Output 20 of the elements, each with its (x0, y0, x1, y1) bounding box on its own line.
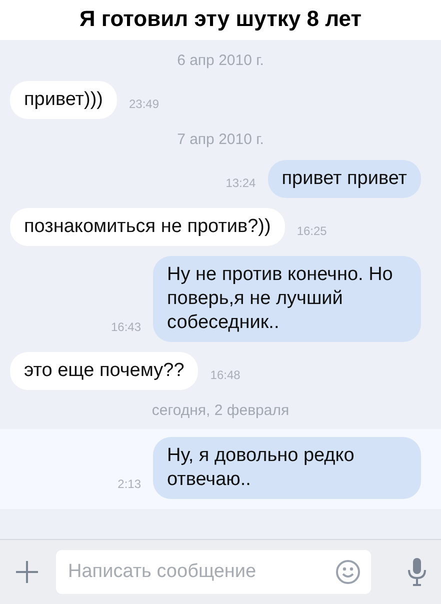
message-bubble: привет привет (268, 160, 421, 198)
message-time: 16:25 (296, 224, 327, 240)
date-separator: 6 апр 2010 г. (176, 51, 265, 71)
smiley-icon[interactable] (335, 559, 361, 585)
caption: Я готовил эту шутку 8 лет (78, 5, 362, 33)
message-bubble: это еще почему?? (10, 352, 198, 390)
message-bubble: познакомиться не против?)) (10, 208, 285, 246)
message-time: 16:48 (210, 368, 240, 384)
message-bubble: Ну не против конечно. Но поверь,я не лучший собеседник.. (153, 256, 421, 342)
message-time: 23:49 (128, 97, 159, 113)
message-bubble: привет))) (10, 81, 117, 119)
message-time: 16:43 (110, 320, 141, 336)
date-separator: 7 апр 2010 г. (176, 130, 265, 150)
message-bubble: Ну, я довольно редко отвечаю.. (153, 437, 421, 499)
microphone-icon[interactable] (407, 557, 427, 587)
plus-icon[interactable] (14, 559, 40, 585)
message-time: 2:13 (118, 477, 141, 493)
date-separator: сегодня, 2 февраля (150, 401, 290, 421)
message-input[interactable]: Написать сообщение (56, 550, 371, 594)
message-time: 13:24 (226, 176, 256, 192)
